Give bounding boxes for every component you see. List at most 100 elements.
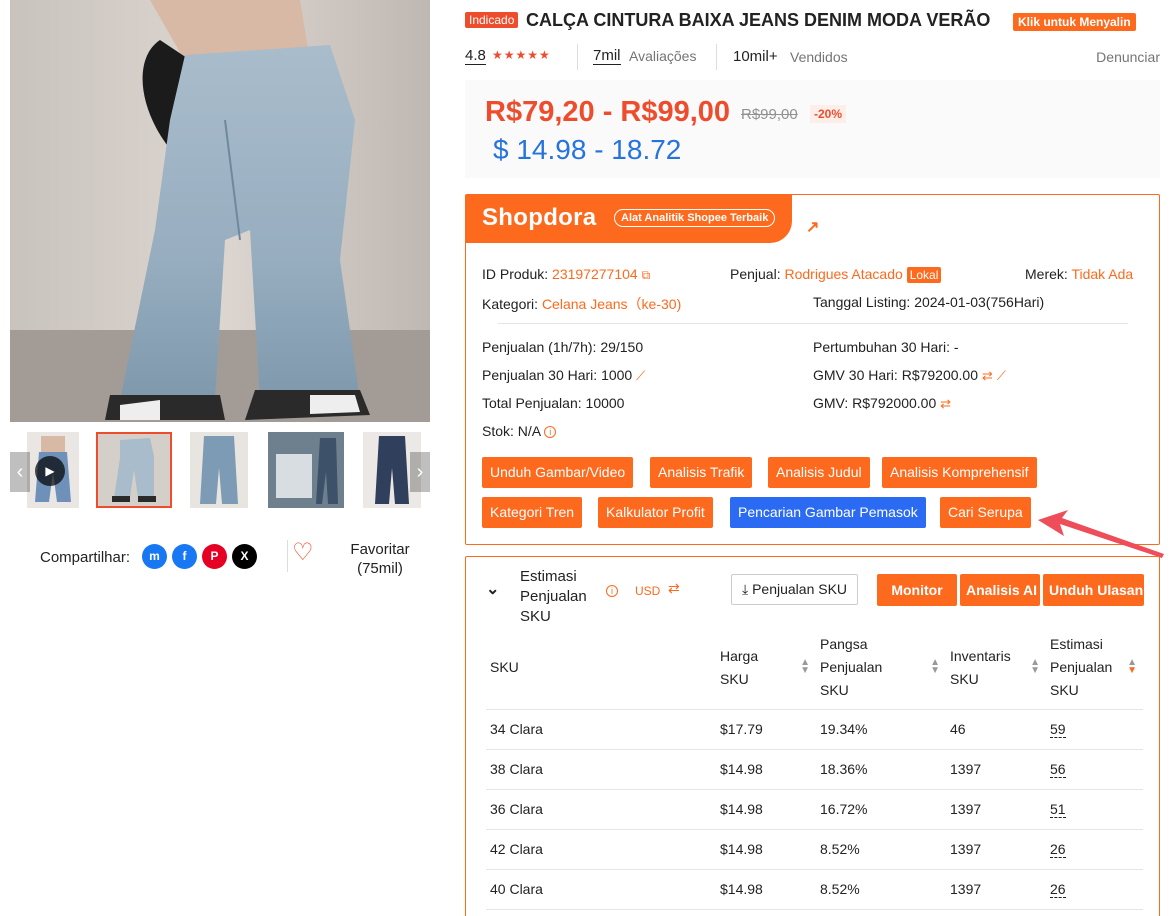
sku-price: $14.98 — [716, 749, 816, 790]
sku-sales-panel: ⌄ Estimasi Penjualan SKU i USD ⇄ ⤓ Penju… — [465, 556, 1160, 916]
sku-name: 38 Clara — [486, 749, 716, 790]
thumbs-prev-arrow[interactable]: ‹ — [10, 452, 30, 492]
seller-field: Penjual: Rodrigues Atacado Lokal — [730, 266, 942, 283]
product-main-image[interactable] — [10, 0, 430, 422]
chevron-down-icon[interactable]: ⌄ — [486, 579, 499, 599]
sort-icon[interactable]: ▲ ▼ — [800, 658, 810, 676]
thumbnail-strip: ▶ ‹ › — [10, 432, 430, 508]
sku-price: $17.79 — [716, 709, 816, 750]
x-twitter-icon[interactable]: X — [232, 544, 257, 569]
brand-value: Tidak Ada — [1071, 266, 1134, 282]
sku-share: 18.36% — [816, 749, 946, 790]
thumbs-next-arrow[interactable]: › — [410, 452, 430, 492]
listing-date-field: Tanggal Listing: 2024-01-03(756Hari) — [813, 294, 1045, 310]
report-link[interactable]: Denunciar — [1096, 49, 1160, 65]
product-id-field: ID Produk: 23197277104 ⧉ — [482, 266, 651, 282]
sku-name: 34 Clara — [486, 709, 716, 750]
external-link-icon[interactable]: ↗ — [806, 217, 819, 237]
currency-toggle[interactable]: USD — [635, 584, 660, 598]
supplier-image-search-button[interactable]: Pencarian Gambar Pemasok — [730, 497, 926, 528]
ai-analysis-button[interactable]: Analisis AI — [960, 574, 1040, 606]
comprehensive-analysis-button[interactable]: Analisis Komprehensif — [882, 457, 1037, 488]
category-link[interactable]: Celana Jeans（ke-30) — [542, 296, 681, 312]
rating-value[interactable]: 4.8 — [465, 47, 486, 65]
pinterest-icon[interactable]: P — [202, 544, 227, 569]
share-divider — [287, 540, 288, 572]
currency-swap-icon[interactable]: ⇄ — [940, 396, 951, 411]
sku-share: 8.52% — [816, 829, 946, 870]
download-reviews-button[interactable]: Unduh Ulasan — [1043, 574, 1144, 606]
traffic-analysis-button[interactable]: Analisis Trafik — [650, 457, 753, 488]
share-label: Compartilhar: — [40, 549, 131, 566]
profit-calculator-button[interactable]: Kalkulator Profit — [598, 497, 713, 528]
price-usd: $ 14.98 - 18.72 — [493, 134, 682, 165]
thumbnail-size-chart[interactable] — [268, 432, 344, 508]
brand-field: Merek: Tidak Ada — [1025, 266, 1134, 282]
sku-inventory: 1397 — [946, 869, 1046, 910]
sku-est-sales[interactable]: 59 — [1050, 721, 1066, 738]
sku-sales-button[interactable]: ⤓ Penjualan SKU — [731, 574, 859, 605]
trend-chart-icon[interactable]: ⟋ — [997, 368, 1006, 383]
sku-name: 40 Clara — [486, 869, 716, 910]
thumbnail-image[interactable] — [190, 432, 248, 508]
sort-icon[interactable]: ▲ ▼ — [1030, 658, 1040, 676]
pointer-arrow-icon — [1038, 510, 1164, 558]
reviews-count[interactable]: 7mil — [593, 47, 621, 65]
messenger-icon[interactable]: m — [142, 544, 167, 569]
title-analysis-button[interactable]: Analisis Judul — [768, 457, 870, 488]
sku-share: 16.72% — [816, 789, 946, 830]
sku-name: 42 Clara — [486, 829, 716, 870]
ratings-row: 4.8 ★★★★★ 7mil Avaliações 10mil+ Vendido… — [465, 44, 1160, 70]
monitor-button[interactable]: Monitor — [877, 574, 957, 606]
sku-inventory: 1397 — [946, 789, 1046, 830]
trend-category-button[interactable]: Kategori Tren — [482, 497, 583, 528]
column-header-share[interactable]: Pangsa Penjualan SKU ▲ ▼ — [816, 627, 946, 710]
seller-link[interactable]: Rodrigues Atacado — [784, 266, 902, 282]
sold-count: 10mil+ — [733, 48, 778, 65]
product-id-value: 23197277104 — [552, 266, 638, 282]
product-title: CALÇA CINTURA BAIXA JEANS DENIM MODA VER… — [526, 10, 991, 30]
play-icon[interactable]: ▶ — [35, 456, 65, 486]
info-icon[interactable]: i — [606, 585, 618, 597]
table-row: 34 Clara $17.79 19.34% 46 59 — [486, 709, 1143, 750]
sort-icon[interactable]: ▲ ▼ — [930, 658, 940, 676]
column-header-est-sales[interactable]: Estimasi Penjualan SKU ▲ ▼ — [1046, 627, 1143, 710]
heart-icon[interactable]: ♡ — [292, 538, 314, 567]
column-header-price[interactable]: Harga SKU ▲ ▼ — [716, 627, 816, 710]
thumbnail-video[interactable]: ▶ — [27, 432, 79, 508]
sku-price: $14.98 — [716, 829, 816, 870]
download-media-button[interactable]: Unduh Gambar/Video — [482, 457, 634, 488]
sku-inventory: 1397 — [946, 829, 1046, 870]
favorite-button[interactable]: Favoritar (75mil) — [330, 540, 430, 578]
copy-icon[interactable]: ⧉ — [642, 268, 651, 282]
facebook-icon[interactable]: f — [172, 544, 197, 569]
ratings-divider — [577, 44, 578, 70]
info-icon[interactable]: i — [544, 426, 557, 439]
sku-est-sales[interactable]: 56 — [1050, 761, 1066, 778]
currency-swap-icon[interactable]: ⇄ — [668, 580, 680, 597]
sku-price: $14.98 — [716, 869, 816, 910]
find-similar-button[interactable]: Cari Serupa — [940, 497, 1031, 528]
share-row: Compartilhar: m f P X ♡ Favoritar (75mil… — [40, 538, 430, 580]
sku-est-sales[interactable]: 26 — [1050, 881, 1066, 898]
price-range: R$79,20 - R$99,00 — [485, 96, 731, 128]
favorite-count: (75mil) — [357, 560, 403, 577]
sku-est-sales[interactable]: 26 — [1050, 841, 1066, 858]
sku-share: 19.34% — [816, 709, 946, 750]
star-rating-icon: ★★★★★ — [492, 48, 551, 62]
gmv-field: GMV: R$792000.00 ⇄ — [813, 395, 952, 411]
sort-icon[interactable]: ▲ ▼ — [1127, 658, 1137, 676]
sku-est-sales[interactable]: 51 — [1050, 801, 1066, 818]
discount-badge: -20% — [810, 105, 847, 123]
currency-swap-icon[interactable]: ⇄ — [982, 368, 993, 383]
ratings-divider — [716, 44, 717, 70]
shopdora-tagline: Alat Analitik Shopee Terbaik — [614, 209, 776, 227]
sales-30d-field: Penjualan 30 Hari: 1000 ⟋ — [482, 367, 646, 383]
thumbnail-image-active[interactable] — [96, 432, 172, 508]
trend-chart-icon[interactable]: ⟋ — [636, 368, 645, 383]
column-header-inventory[interactable]: Inventaris SKU ▲ ▼ — [946, 627, 1046, 710]
stock-field: Stok: N/A i — [482, 423, 557, 439]
copy-title-button[interactable]: Klik untuk Menyalin — [1013, 13, 1136, 31]
shopdora-panel: Shopdora Alat Analitik Shopee Terbaik ↗ … — [465, 194, 1160, 545]
divider — [498, 323, 1128, 324]
